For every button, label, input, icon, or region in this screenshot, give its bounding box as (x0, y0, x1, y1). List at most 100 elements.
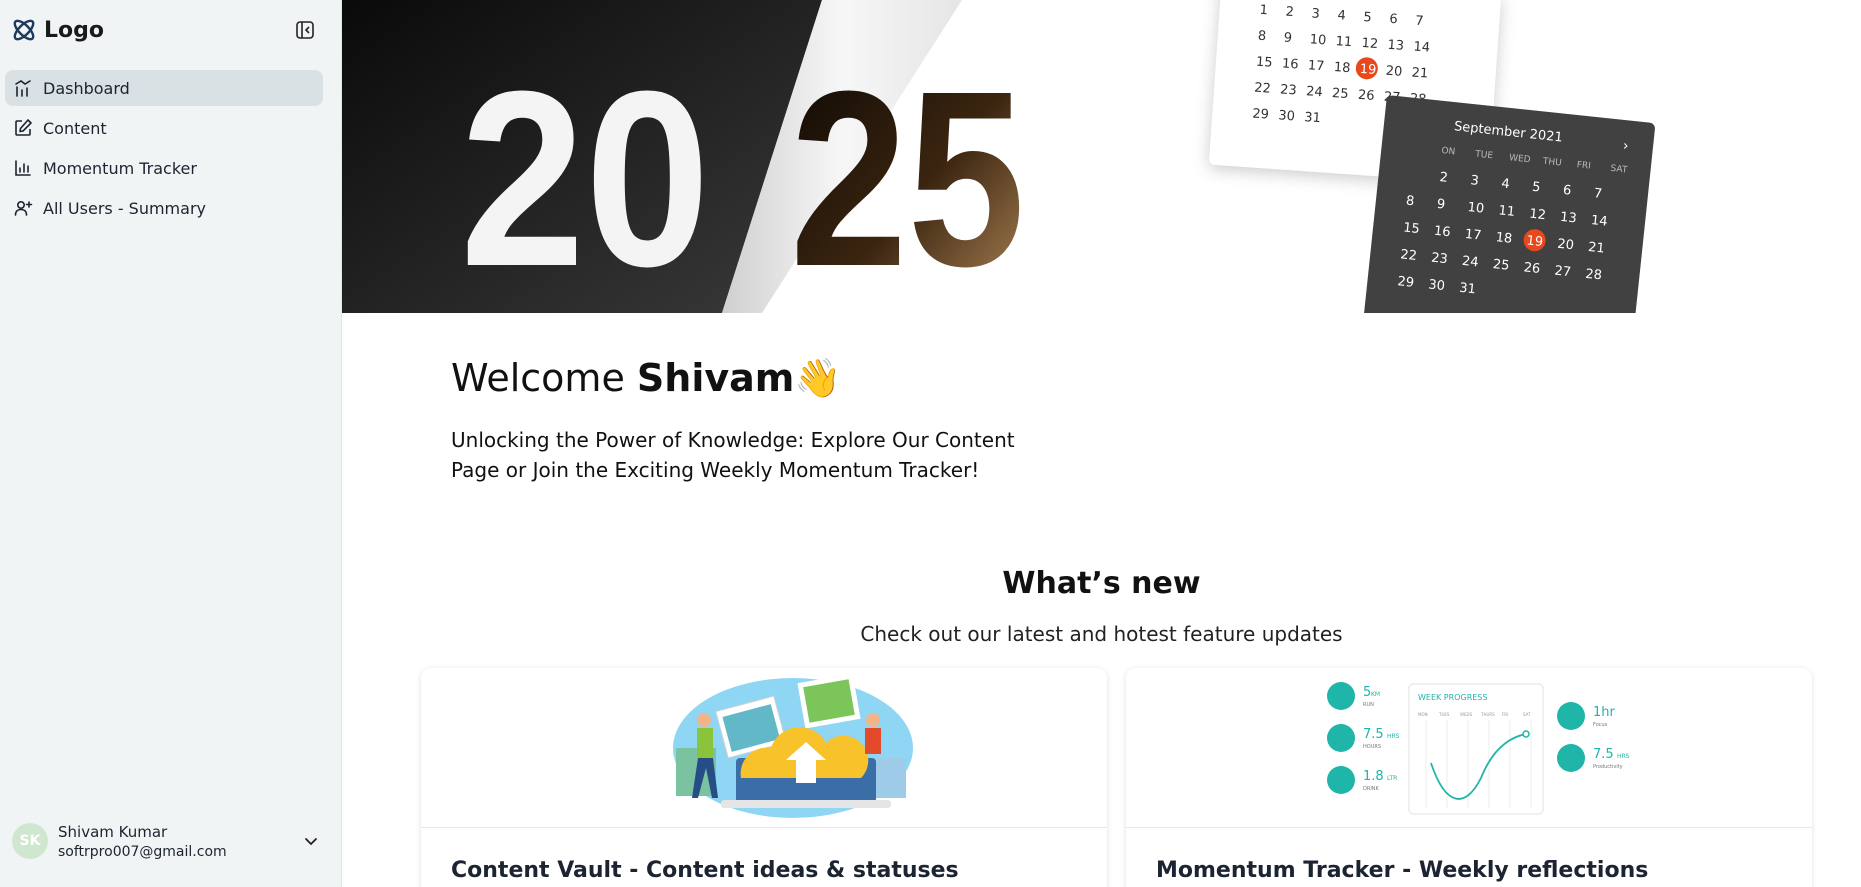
calendar-day: 10 (1467, 200, 1485, 217)
calendar-day: 4 (1501, 176, 1511, 192)
stat-unit: LTR (1387, 775, 1397, 782)
calendar-day: 13 (1387, 38, 1405, 54)
stat-unit: HRS (1617, 753, 1630, 760)
calendar-day: 21 (1587, 240, 1605, 257)
calendar-front: September 2021 › ON TUE WED THU FRI SAT 23456… (1362, 95, 1655, 313)
main-content: 20 25 1 2 3 4 5 6 7 8 9 10 11 12 13 14 15 16 17 18 19 20 21 2… (342, 0, 1861, 887)
welcome-heading: Welcome Shivam👋 (451, 356, 842, 401)
year-left: 20 (460, 39, 710, 313)
calendar-day: 11 (1335, 34, 1353, 50)
calendar-day: 3 (1470, 173, 1480, 189)
edit-icon (15, 119, 32, 136)
calendar-day: 22 (1254, 81, 1272, 97)
calendar-day: 2 (1439, 170, 1449, 186)
stat-label: RUN (1363, 702, 1374, 708)
calendar-day: 17 (1464, 227, 1482, 244)
calendar-day: 4 (1337, 8, 1346, 24)
collapse-sidebar-icon[interactable] (295, 20, 315, 40)
calendar-day: 10 (1309, 32, 1327, 48)
whats-new-subtitle: Check out our latest and hotest feature … (860, 622, 1343, 646)
calendar-day: 18 (1333, 60, 1351, 76)
calendar-day: 28 (1585, 267, 1603, 284)
calendar-day: 12 (1529, 207, 1547, 224)
card-title: Momentum Tracker - Weekly reflections (1156, 858, 1649, 883)
year-right: 25 (790, 39, 1025, 313)
avatar: SK (12, 823, 48, 859)
tracker-day: TUES (1438, 712, 1450, 717)
sidebar-item-content[interactable]: Content (5, 110, 323, 146)
welcome-subtitle: Unlocking the Power of Knowledge: Explor… (451, 428, 1015, 482)
user-email: softrpro007@gmail.com (58, 843, 227, 860)
calendar-day: 16 (1433, 224, 1451, 241)
tracker-day: MON (1418, 712, 1428, 717)
calendar-day: 12 (1361, 36, 1379, 52)
chevron-down-icon[interactable] (300, 830, 322, 852)
stat-label: HOURS (1363, 744, 1381, 750)
sidebar-item-label: Momentum Tracker (43, 158, 197, 178)
stat-label: Productivity (1593, 764, 1623, 770)
stat-unit: KM (1371, 691, 1380, 698)
sidebar-item-label: All Users - Summary (43, 198, 206, 218)
calendar-day: 24 (1306, 84, 1324, 100)
calendar-day: 21 (1411, 65, 1429, 81)
whats-new-title: What’s new (1002, 566, 1201, 601)
sidebar-item-label: Dashboard (43, 78, 130, 98)
calendar-day: 25 (1331, 86, 1349, 102)
stat-icon (1327, 724, 1355, 752)
calendar-day: 14 (1590, 213, 1608, 230)
welcome-greeting: Welcome (451, 356, 637, 400)
sidebar-item-dashboard[interactable]: Dashboard (5, 70, 323, 106)
stat-icon (1327, 682, 1355, 710)
stat-value: 1.8 (1363, 769, 1384, 784)
stat-label: Focus (1593, 722, 1608, 728)
hero-banner: 20 25 1 2 3 4 5 6 7 8 9 10 11 12 13 14 15 16 17 18 19 20 21 2… (342, 0, 1861, 313)
stat-value: 7.5 (1593, 747, 1614, 762)
calendar-weekday: TUE (1474, 149, 1494, 161)
calendar-day: 15 (1255, 55, 1273, 71)
week-progress-heading: WEEK PROGRESS (1418, 693, 1487, 702)
tracker-day: FRI (1502, 712, 1508, 717)
sidebar-nav: Dashboard Content Momentum Tracker All U… (5, 70, 323, 230)
card-content-vault[interactable]: Content Vault - Content ideas & statuses (421, 668, 1107, 887)
tracker-day: WEDS (1460, 712, 1473, 717)
stat-icon (1327, 766, 1355, 794)
banner-illustration: 20 25 1 2 3 4 5 6 78 9 10 11 12 13 1415 16 17 18 19 20 212… (342, 0, 1655, 313)
calendar-day: 19 (1526, 233, 1544, 250)
logo[interactable]: Logo (10, 14, 104, 46)
bar-chart-icon (15, 160, 31, 176)
calendar-day: 25 (1492, 257, 1510, 274)
calendar-day: 5 (1531, 180, 1541, 196)
calendar-day: 22 (1400, 247, 1418, 264)
calendar-day: 8 (1257, 29, 1266, 45)
tracker-day: SAT (1523, 712, 1531, 717)
calendar-day: 3 (1311, 6, 1320, 22)
content-vault-illustration (421, 668, 1107, 828)
calendar-day: 27 (1554, 264, 1572, 281)
calendar-day: 19 (1359, 62, 1377, 78)
stat-icon (1557, 702, 1585, 730)
calendar-day: 23 (1280, 82, 1298, 98)
calendar-day: 30 (1278, 108, 1296, 124)
stat-label: DRINK (1363, 786, 1380, 792)
logo-text: Logo (44, 17, 104, 43)
calendar-day: 16 (1281, 56, 1299, 72)
calendar-day: 31 (1304, 110, 1322, 126)
calendar-day: 23 (1430, 251, 1448, 268)
calendar-day: 6 (1562, 183, 1572, 199)
calendar-weekday: FRI (1576, 160, 1591, 171)
calendar-day: 20 (1557, 237, 1575, 254)
calendar-day: 31 (1458, 281, 1476, 298)
calendar-day: 26 (1523, 260, 1541, 277)
tracker-day: THURS (1480, 712, 1495, 717)
calendar-day: 7 (1593, 186, 1603, 202)
sidebar: Logo Dashboard Content Momentum Tracker … (0, 0, 342, 887)
stat-value: 7.5 (1363, 727, 1384, 742)
calendar-weekday: ON (1441, 146, 1456, 157)
welcome-name: Shivam (636, 356, 795, 400)
sidebar-item-all-users-summary[interactable]: All Users - Summary (5, 190, 323, 226)
user-profile[interactable]: SK Shivam Kumar softrpro007@gmail.com (12, 818, 322, 864)
sidebar-item-momentum-tracker[interactable]: Momentum Tracker (5, 150, 323, 186)
calendar-day: 5 (1363, 10, 1372, 26)
calendar-day: 1 (1259, 3, 1268, 19)
card-momentum-tracker[interactable]: 5 KM RUN 7.5 HRS HOURS 1.8 LTR DRINK WEEK PROGRE… (1126, 668, 1812, 887)
